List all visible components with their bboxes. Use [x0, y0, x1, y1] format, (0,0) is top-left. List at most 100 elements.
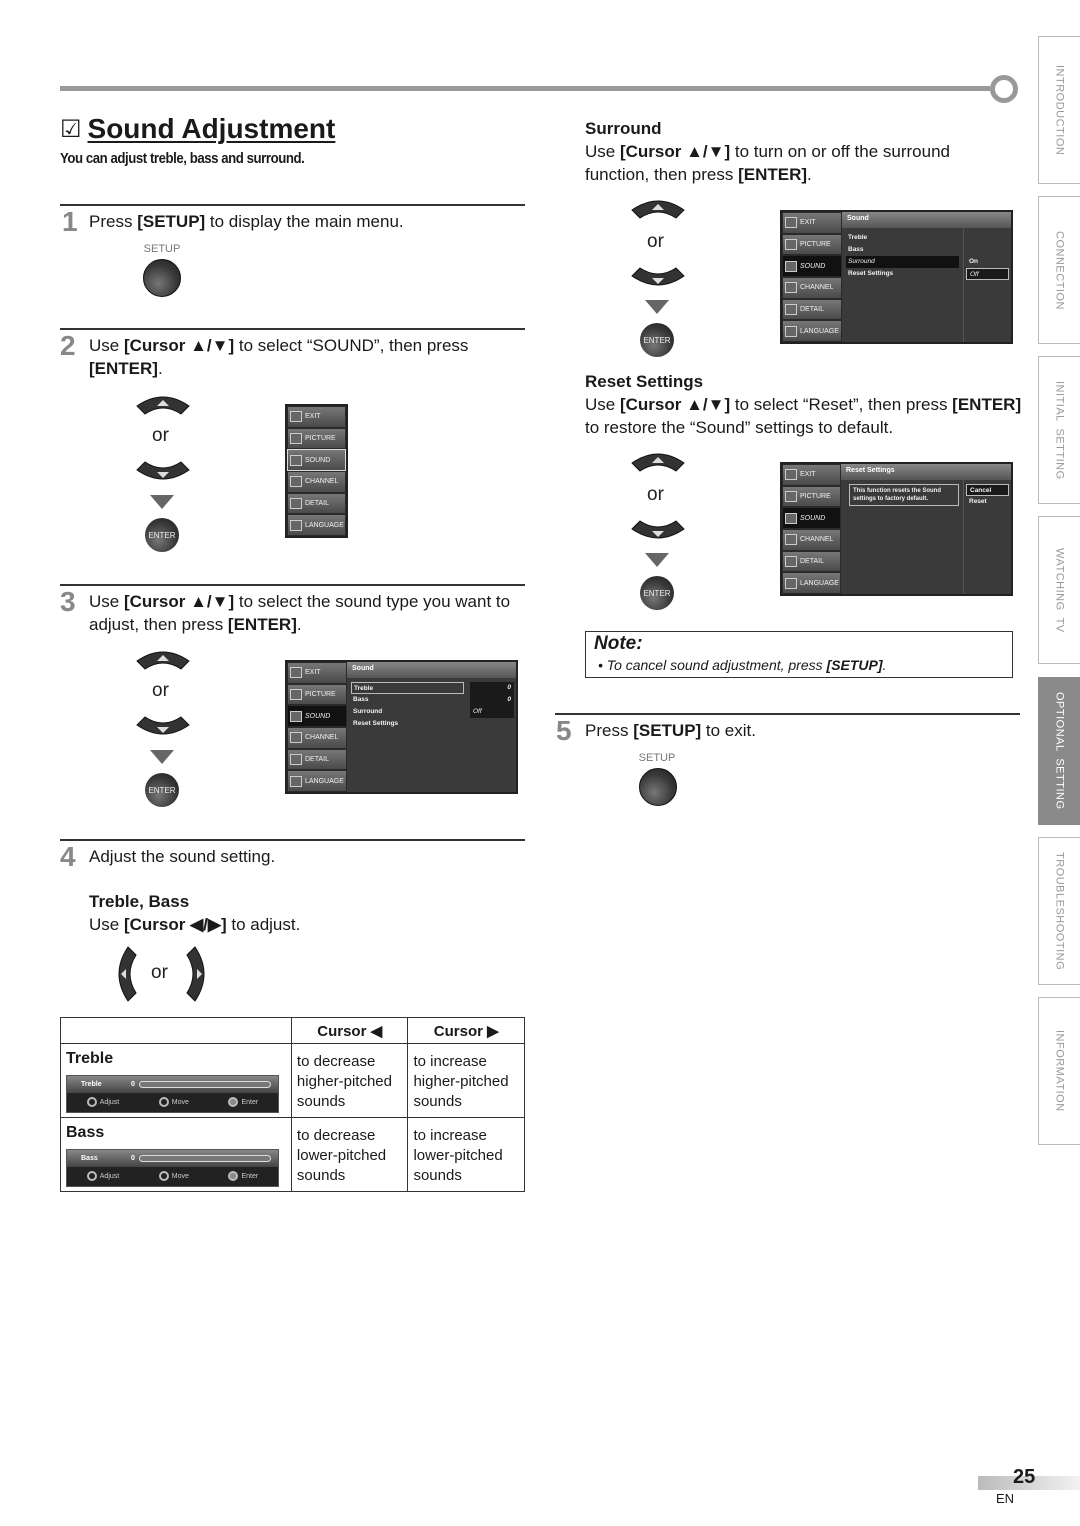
tv-option-off[interactable]: Off — [966, 268, 1009, 280]
treble-increase-cell: to increase higher-pitched sounds — [407, 1043, 525, 1118]
reset-heading: Reset Settings — [585, 372, 704, 391]
cursor-right-button[interactable] — [185, 945, 209, 1007]
tv-menu-picture[interactable]: PICTURE — [288, 428, 345, 449]
cursor-down-button[interactable] — [135, 460, 191, 488]
tv-item-bass[interactable]: Bass — [351, 694, 464, 706]
side-tab-connection[interactable]: CONNECTION — [1038, 196, 1080, 344]
bass-decrease-cell: to decrease lower-pitched sounds — [290, 1117, 409, 1192]
side-tab-information[interactable]: INFORMATION — [1038, 997, 1080, 1145]
step-2-number: 2 — [60, 330, 76, 361]
tv-menu-channel[interactable]: CHANNEL — [783, 278, 841, 298]
cursor-down-button[interactable] — [630, 519, 686, 547]
tv-menu-exit[interactable]: EXIT — [783, 465, 840, 485]
tv-menu-language[interactable]: LANGUAGE — [783, 573, 840, 594]
tv-item-treble[interactable]: Treble — [351, 682, 464, 694]
tv-option-reset[interactable]: Reset — [966, 496, 1009, 508]
tv-menu-exit[interactable]: EXIT — [288, 407, 345, 427]
tv-menu-exit[interactable]: EXIT — [288, 663, 346, 683]
tv-menu-picture[interactable]: PICTURE — [783, 234, 841, 255]
tv-menu-detail[interactable]: DETAIL — [783, 299, 841, 320]
tv-item-surround[interactable]: Surround — [351, 706, 464, 718]
tv-menu-sound[interactable]: SOUND — [288, 706, 346, 727]
cursor-down-icon — [136, 716, 190, 735]
tv-item-reset-settings[interactable]: Reset Settings — [351, 718, 464, 730]
tv-menu-sound[interactable]: SOUND — [287, 449, 346, 471]
treble-decrease-cell: to decrease higher-pitched sounds — [290, 1043, 409, 1118]
table-row: Bass Bass 0 Adjust Move Enter to decrease… — [60, 1117, 525, 1192]
cursor-up-button[interactable] — [630, 449, 686, 477]
cursor-up-icon — [631, 453, 685, 472]
tv-menu-language[interactable]: LANGUAGE — [288, 515, 345, 536]
enter-icon — [228, 1170, 239, 1181]
top-rule-circle — [990, 75, 1018, 103]
step-2-rule — [60, 328, 525, 330]
language-icon — [785, 325, 797, 337]
side-tab-troubleshooting[interactable]: TROUBLESHOOTING — [1038, 837, 1080, 985]
tv-menu-language[interactable]: LANGUAGE — [288, 771, 346, 792]
channel-icon — [290, 732, 302, 744]
picture-icon — [290, 433, 302, 444]
cursor-down-button[interactable] — [135, 715, 191, 743]
page-number: 25 — [1013, 1466, 1036, 1488]
detail-icon — [290, 754, 302, 766]
treble-slider-track[interactable] — [138, 1081, 271, 1088]
tv-item-reset-settings[interactable]: Reset Settings — [846, 268, 959, 280]
tv-option-on[interactable]: On — [966, 256, 1009, 268]
step-1-text: Press [SETUP] to display the main menu. — [89, 212, 404, 231]
table-header-blank — [60, 1017, 292, 1044]
cursor-up-button[interactable] — [135, 647, 191, 675]
tv-menu-language[interactable]: LANGUAGE — [783, 321, 841, 342]
tv-item-treble[interactable]: Treble — [846, 232, 959, 244]
picture-icon — [785, 239, 797, 250]
cursor-up-icon — [136, 651, 190, 670]
treble-bass-heading: Treble, Bass — [89, 892, 190, 911]
cursor-up-button[interactable] — [630, 196, 686, 224]
tv-menu-exit[interactable]: EXIT — [783, 213, 841, 233]
enter-icon — [228, 1096, 239, 1107]
cursor-down-icon — [631, 267, 685, 286]
tv-menu-picture[interactable]: PICTURE — [288, 684, 346, 705]
tv-menu-detail[interactable]: DETAIL — [288, 493, 345, 514]
bass-slider-track[interactable] — [138, 1155, 271, 1162]
cursor-up-icon — [631, 200, 685, 219]
setup-button[interactable] — [143, 259, 181, 297]
language-icon — [785, 577, 797, 589]
tv-menu-channel[interactable]: CHANNEL — [288, 728, 346, 748]
tv-item-surround[interactable]: Surround — [846, 256, 959, 268]
enter-button[interactable]: ENTER — [640, 576, 674, 610]
enter-button[interactable]: ENTER — [640, 323, 674, 357]
side-tab-introduction[interactable]: INTRODUCTION — [1038, 36, 1080, 184]
table-header-cursor-right: Cursor ▶ — [407, 1017, 525, 1044]
tv-menu-detail[interactable]: DETAIL — [288, 749, 346, 770]
cursor-down-button[interactable] — [630, 266, 686, 294]
step-3-rule — [60, 584, 525, 586]
tv-menu-channel[interactable]: CHANNEL — [783, 530, 840, 550]
flow-arrow-icon — [645, 300, 669, 314]
step-2-text: Use [Cursor ▲/▼] to select “SOUND”, then… — [89, 336, 469, 378]
tv-option-cancel[interactable]: Cancel — [966, 484, 1009, 496]
tv-menu-sound[interactable]: SOUND — [783, 256, 841, 277]
detail-icon — [290, 498, 302, 510]
enter-button[interactable]: ENTER — [145, 773, 179, 807]
enter-button[interactable]: ENTER — [145, 518, 179, 552]
side-tab-watching-tv[interactable]: WATCHING TV — [1038, 516, 1080, 664]
tv-menu-sound[interactable]: SOUND — [783, 508, 840, 529]
picture-icon — [785, 491, 797, 502]
step-5-text: Press [SETUP] to exit. — [585, 721, 756, 740]
tv-menu-picture[interactable]: PICTURE — [783, 486, 840, 507]
exit-icon — [785, 469, 797, 481]
sound-icon — [290, 710, 302, 722]
step-4-rule — [60, 839, 525, 841]
tv-reset-menu: EXIT PICTURE SOUND CHANNEL DETAIL LANGUA… — [780, 462, 1013, 596]
tv-menu-detail[interactable]: DETAIL — [783, 551, 840, 572]
language-icon — [290, 775, 302, 787]
tv-item-bass[interactable]: Bass — [846, 244, 959, 256]
side-tab-optional-setting[interactable]: OPTIONAL SETTING — [1038, 677, 1080, 825]
cursor-up-button[interactable] — [135, 392, 191, 420]
side-tab-initial-setting[interactable]: INITIAL SETTING — [1038, 356, 1080, 504]
tv-menu-channel[interactable]: CHANNEL — [288, 472, 345, 492]
cursor-right-icon — [186, 946, 205, 1002]
cursor-effect-table: Cursor ◀ Cursor ▶ Treble Treble 0 Adjust … — [60, 1017, 525, 1192]
cursor-left-button[interactable] — [114, 945, 138, 1007]
setup-button[interactable] — [639, 768, 677, 806]
